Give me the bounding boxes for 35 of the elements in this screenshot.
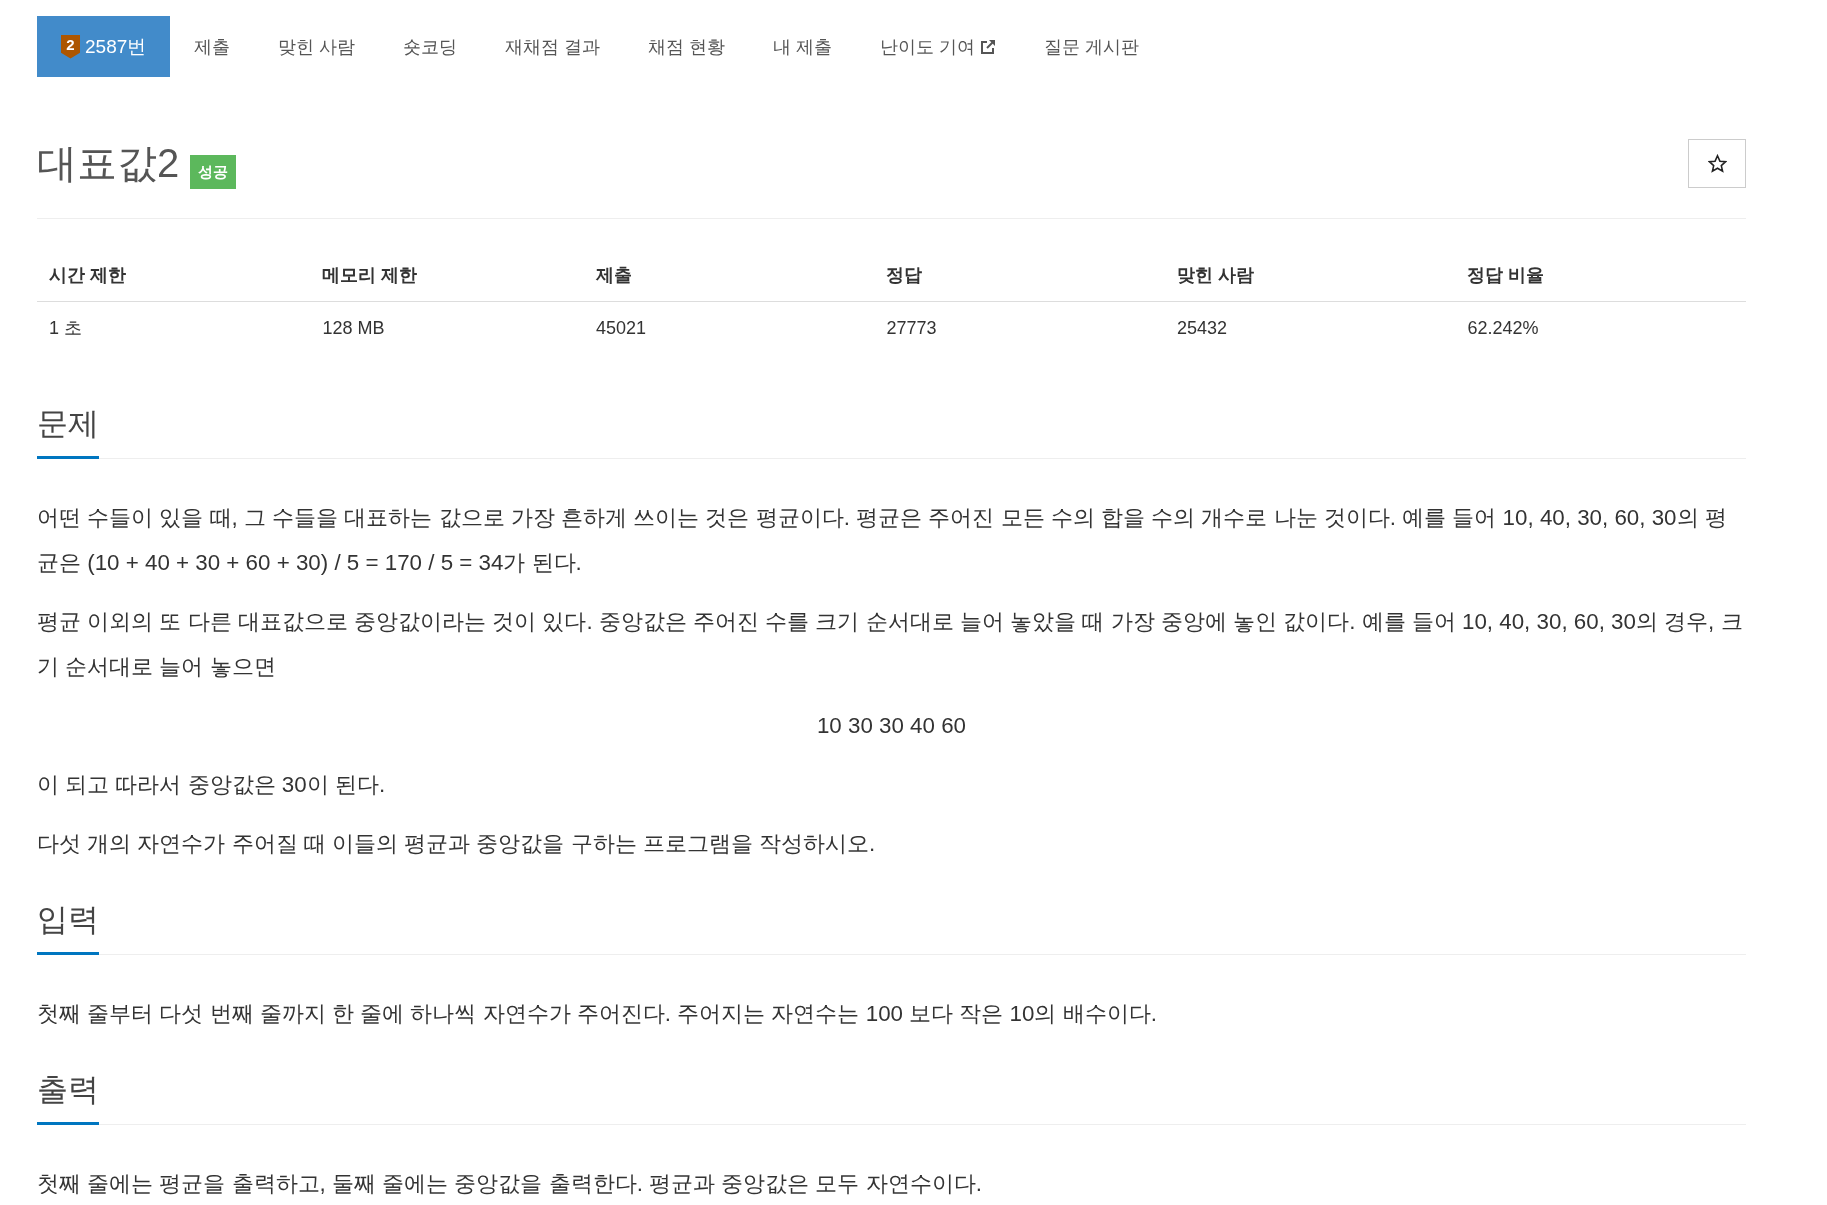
centered-number-line: 10 30 30 40 60 bbox=[816, 713, 967, 738]
nav-tab[interactable]: 내 제출 bbox=[749, 16, 857, 77]
favorite-button[interactable] bbox=[1688, 138, 1746, 188]
section-heading: 출력 bbox=[37, 1073, 99, 1125]
paragraph: 첫째 줄에는 평균을 출력하고, 둘째 줄에는 중앙값을 출력한다. 평균과 중앙값은 모두 자연수이다. bbox=[37, 1171, 982, 1196]
section-heading: 문제 bbox=[37, 407, 99, 459]
table-cell: 62.242% bbox=[1455, 301, 1746, 354]
table-cell: 45021 bbox=[583, 301, 875, 354]
column-header: 제출 bbox=[583, 250, 875, 302]
tier-badge: 2 bbox=[61, 34, 80, 59]
column-header: 시간 제한 bbox=[37, 250, 311, 302]
column-header: 메모리 제한 bbox=[310, 250, 584, 302]
column-header: 맞힌 사람 bbox=[1164, 250, 1456, 302]
table-cell: 27773 bbox=[874, 301, 1165, 354]
nav-tab[interactable]: 숏코딩 bbox=[379, 16, 482, 77]
nav-tab[interactable]: 재채점 결과 bbox=[481, 16, 625, 77]
nav-tab[interactable]: 맞힌 사람 bbox=[254, 16, 380, 77]
paragraph: 평균 이외의 또 다른 대표값으로 중앙값이라는 것이 있다. 중앙값은 주어진 수를 크기 순서대로 늘어 놓았을 때 가장 중앙에 놓인 값이다. 예를 들어 10, 40, 30, 60, 30의 경우, 크기 순서대로 늘어 놓으면 bbox=[37, 609, 1743, 679]
nav-tab[interactable]: 제출 bbox=[170, 16, 255, 77]
paragraph: 어떤 수들이 있을 때, 그 수들을 대표하는 값으로 가장 흔하게 쓰이는 것은 평균이다. 평균은 주어진 모든 수의 합을 수의 개수로 나눈 것이다. 예를 들어 10, 40, 30, 60, 30의 평균은 (10 + 40 + 30 + 60 + 30) / 5 = 170 / 5 = 34가 된다. bbox=[37, 505, 1727, 575]
nav-tab[interactable]: 채점 현황 bbox=[624, 16, 750, 77]
nav-tab[interactable]: 난이도 기여 bbox=[856, 16, 1021, 77]
paragraph: 이 되고 따라서 중앙값은 30이 된다. bbox=[37, 772, 386, 797]
column-header: 정답 bbox=[874, 250, 1165, 302]
table-cell: 25432 bbox=[1164, 301, 1456, 354]
paragraph: 첫째 줄부터 다섯 번째 줄까지 한 줄에 하나씩 자연수가 주어진다. 주어지는 자연수는 100 보다 작은 10의 배수이다. bbox=[37, 1001, 1157, 1026]
status-badge: 성공 bbox=[190, 155, 237, 189]
nav-tab[interactable]: 2 2587번 bbox=[37, 16, 171, 77]
problem-title: 대표값2 bbox=[37, 140, 180, 187]
nav-tab[interactable]: 질문 게시판 bbox=[1020, 16, 1164, 77]
column-header: 정답 비율 bbox=[1455, 250, 1746, 302]
table-cell: 128 MB bbox=[310, 301, 584, 354]
section-heading: 입력 bbox=[37, 903, 99, 955]
table-cell: 1 초 bbox=[37, 301, 311, 354]
paragraph: 다섯 개의 자연수가 주어질 때 이들의 평균과 중앙값을 구하는 프로그램을 작성하시오. bbox=[37, 831, 876, 856]
